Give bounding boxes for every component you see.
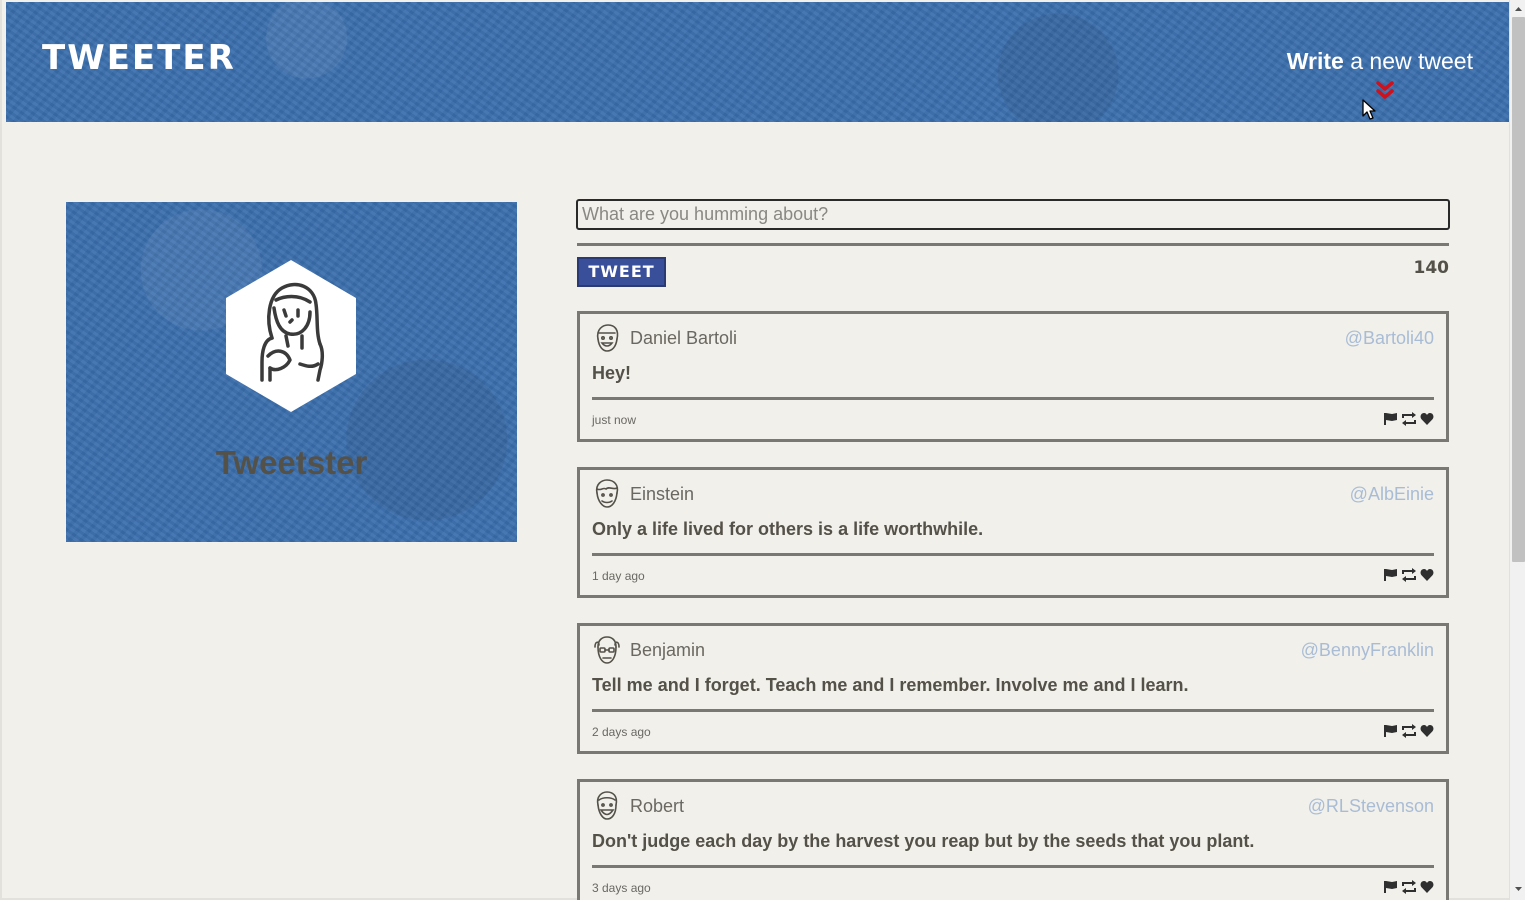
tweet-divider	[592, 397, 1434, 400]
tweet-divider	[592, 865, 1434, 868]
scrollbar-thumb[interactable]	[1512, 17, 1525, 562]
compose-label-bold: Write	[1286, 48, 1344, 74]
tweet-input[interactable]	[576, 199, 1450, 230]
tweet-content: Don't judge each day by the harvest you …	[592, 831, 1255, 851]
tweet-card: Daniel Bartoli @Bartoli40 Hey! just now	[577, 311, 1449, 442]
tweet-card: Robert @RLStevenson Don't judge each day…	[577, 779, 1449, 900]
heart-icon[interactable]	[1420, 724, 1434, 738]
retweet-icon[interactable]	[1401, 724, 1417, 738]
flag-icon[interactable]	[1384, 412, 1398, 426]
tweet-author-name: Einstein	[630, 484, 695, 504]
browser-viewport: TWEETER Write a new tweet Tweetster What…	[0, 0, 1525, 900]
heart-icon[interactable]	[1420, 412, 1434, 426]
top-navbar: TWEETER Write a new tweet	[6, 2, 1509, 122]
scroll-up-arrow-icon[interactable]	[1510, 2, 1525, 17]
tweet-author-handle[interactable]: @Bartoli40	[1345, 328, 1434, 349]
tweet-divider	[592, 709, 1434, 712]
vertical-scrollbar[interactable]	[1509, 0, 1525, 900]
tweet-content: Tell me and I forget. Teach me and I rem…	[592, 675, 1189, 695]
tweet-content: Hey!	[592, 363, 632, 383]
tweet-timestamp: 1 day ago	[592, 569, 645, 583]
scroll-down-arrow-icon[interactable]	[1510, 882, 1525, 897]
profile-avatar	[226, 260, 356, 412]
tweet-author-name: Benjamin	[630, 640, 706, 660]
user-avatar-icon	[596, 791, 618, 820]
heart-icon[interactable]	[1420, 880, 1434, 894]
tweet-timestamp: just now	[592, 413, 637, 427]
character-counter: 140	[1413, 258, 1450, 278]
tweet-author-handle[interactable]: @AlbEinie	[1350, 484, 1434, 505]
tweet-content: Only a life lived for others is a life w…	[592, 519, 984, 539]
tweet-card: Einstein @AlbEinie Only a life lived for…	[577, 467, 1449, 598]
tweet-author-handle[interactable]: @BennyFranklin	[1301, 640, 1434, 661]
tweet-timestamp: 2 days ago	[592, 725, 651, 739]
user-avatar-icon	[596, 324, 619, 352]
tweet-actions	[1384, 880, 1434, 894]
flag-icon[interactable]	[1384, 880, 1398, 894]
user-avatar-icon	[595, 479, 619, 508]
retweet-icon[interactable]	[1401, 880, 1417, 894]
flag-icon[interactable]	[1384, 724, 1398, 738]
tweet-author-name: Daniel Bartoli	[630, 328, 738, 348]
profile-card: Tweetster	[66, 202, 517, 542]
profile-name: Tweetster	[215, 444, 368, 481]
flag-icon[interactable]	[1384, 568, 1398, 582]
mouse-cursor-icon	[1362, 99, 1376, 120]
retweet-icon[interactable]	[1401, 568, 1417, 582]
user-avatar-icon	[594, 636, 620, 664]
tweet-actions	[1384, 568, 1434, 582]
tweet-author-name: Robert	[630, 796, 685, 816]
tweet-timestamp: 3 days ago	[592, 881, 651, 895]
tweet-card: Benjamin @BennyFranklin Tell me and I fo…	[577, 623, 1449, 754]
retweet-icon[interactable]	[1401, 412, 1417, 426]
tweet-divider	[592, 553, 1434, 556]
write-new-tweet-link[interactable]: Write a new tweet	[1287, 48, 1473, 75]
composer-divider	[577, 243, 1449, 246]
compose-label-rest: a new tweet	[1343, 48, 1473, 74]
tweet-button[interactable]: TWEET	[577, 257, 666, 287]
tweet-actions	[1384, 724, 1434, 738]
heart-icon[interactable]	[1420, 568, 1434, 582]
site-logo[interactable]: TWEETER	[42, 38, 236, 78]
tweet-author-handle[interactable]: @RLStevenson	[1308, 796, 1434, 817]
tweet-actions	[1384, 412, 1434, 426]
